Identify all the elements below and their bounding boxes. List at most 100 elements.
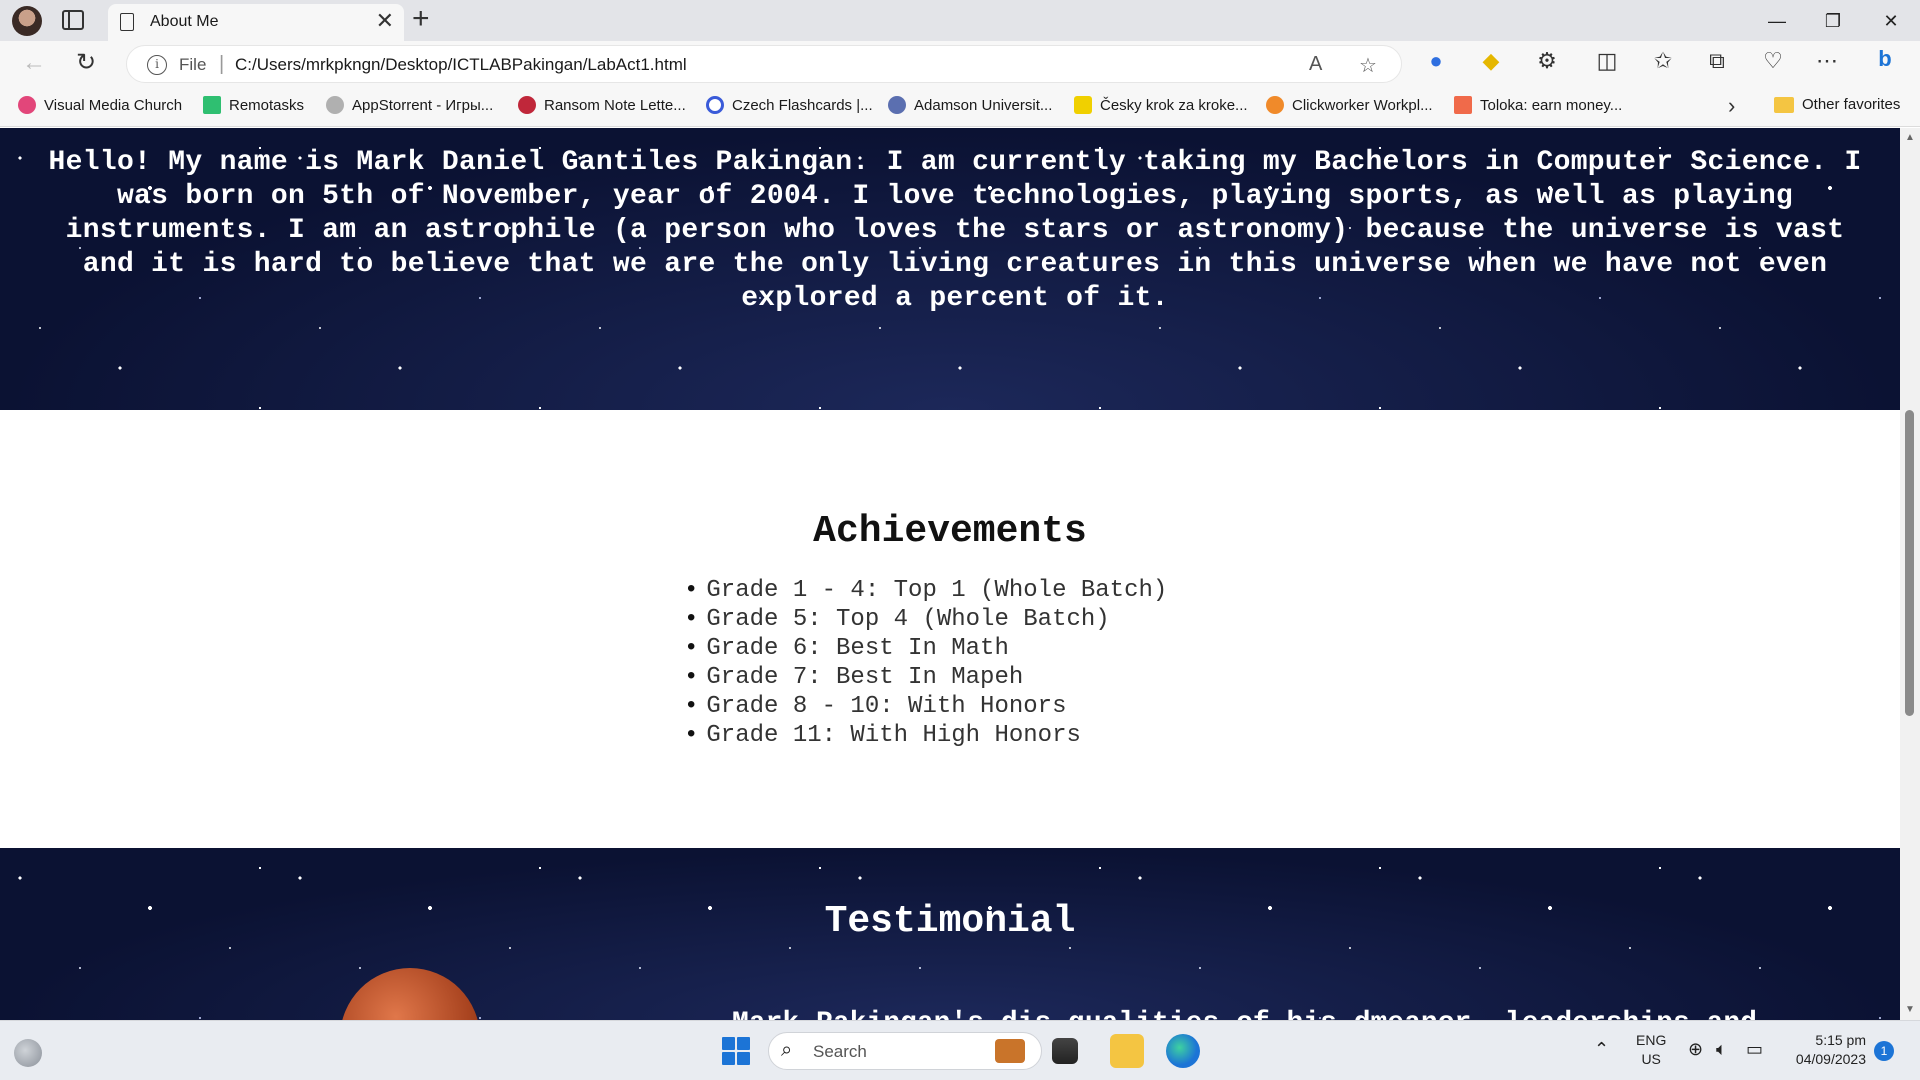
favorite-label: Czech Flashcards |... (732, 96, 873, 114)
new-tab-button[interactable]: + (412, 4, 430, 34)
task-view-icon[interactable] (1052, 1038, 1078, 1064)
tab-close-icon[interactable]: ✕ (376, 10, 394, 32)
favorite-label: Česky krok za kroke... (1100, 96, 1248, 114)
favorite-star-icon[interactable]: ☆ (1359, 53, 1377, 78)
favorite-label: Remotasks (229, 96, 305, 114)
testimonial-text: Mark Pakingan's dis qualities of his dme… (732, 1008, 1757, 1020)
taskbar-search[interactable]: ⌕ Search (768, 1032, 1042, 1070)
info-icon[interactable]: i (147, 55, 167, 75)
document-icon (120, 13, 134, 31)
favorite-icon (888, 96, 906, 114)
favorite-label: Ransom Note Lette... (544, 96, 686, 114)
about-section: Hello! My name is Mark Daniel Gantiles P… (0, 128, 1900, 410)
achievements-section: Achievements Grade 1 - 4: Top 1 (Whole B… (0, 410, 1900, 848)
chevron-up-icon[interactable]: ⌃ (1594, 1039, 1609, 1060)
about-paragraph: Hello! My name is Mark Daniel Gantiles P… (48, 147, 1862, 314)
favorite-item[interactable]: Visual Media Church (18, 96, 182, 114)
testimonial-heading: Testimonial (824, 900, 1076, 943)
url-separator: | (219, 53, 225, 75)
favorite-item[interactable]: Ransom Note Lette... (518, 96, 686, 114)
clock[interactable]: 5:15 pm 04/09/2023 (1786, 1031, 1866, 1069)
favorite-label: Toloka: earn money... (1480, 96, 1623, 114)
read-aloud-icon[interactable]: A (1309, 53, 1322, 76)
favorites-bar: Visual Media Church Remotasks AppStorren… (0, 87, 1920, 127)
extension-honey-icon[interactable]: ◆ (1476, 48, 1506, 74)
favorite-icon (18, 96, 36, 114)
volume-icon[interactable]: 🔈︎ (1716, 1039, 1727, 1060)
edge-browser-icon[interactable] (1166, 1034, 1200, 1068)
favorite-label: AppStorrent - Игры... (352, 96, 494, 114)
favorite-item[interactable]: Toloka: earn money... (1454, 96, 1622, 114)
list-item: Grade 11: With High Honors (706, 721, 1167, 750)
scheme-label: File (179, 55, 207, 74)
favorite-icon (706, 96, 724, 114)
vertical-scrollbar[interactable]: ▲ ▼ (1900, 128, 1920, 1020)
favorite-label: Adamson Universit... (914, 96, 1053, 114)
other-favorites-label: Other favorites (1802, 96, 1901, 113)
favorite-item[interactable]: Clickworker Workpl... (1266, 96, 1433, 114)
other-favorites[interactable]: Other favorites (1774, 96, 1900, 113)
favorite-label: Clickworker Workpl... (1292, 96, 1433, 114)
favorite-icon (203, 96, 221, 114)
clock-time: 5:15 pm (1815, 1032, 1866, 1048)
extensions-puzzle-icon[interactable]: ⚙ (1532, 48, 1562, 74)
favorite-icon (1074, 96, 1092, 114)
close-window-button[interactable]: ✕ (1866, 6, 1916, 36)
tab-actions-icon[interactable] (62, 10, 84, 30)
tab-about-me[interactable]: About Me ✕ (108, 4, 404, 41)
restore-button[interactable]: ❐ (1808, 6, 1858, 36)
list-item: Grade 5: Top 4 (Whole Batch) (706, 605, 1167, 634)
search-label: Search (813, 1042, 867, 1061)
favorite-icon (518, 96, 536, 114)
region-code: US (1641, 1051, 1661, 1067)
profile-avatar[interactable] (12, 6, 42, 36)
file-explorer-icon[interactable] (1110, 1034, 1144, 1068)
collections-icon[interactable]: ⧉ (1702, 48, 1732, 74)
split-screen-icon[interactable]: ◫ (1592, 48, 1622, 74)
battery-icon[interactable]: ▭ (1746, 1039, 1763, 1060)
back-arrow-icon[interactable]: ← (22, 49, 46, 77)
favorite-label: Visual Media Church (44, 96, 183, 114)
folder-icon (1774, 96, 1794, 113)
language-indicator[interactable]: ENG US (1636, 1031, 1666, 1069)
address-bar[interactable]: i File | C:/Users/mrkpkngn/Desktop/ICTLA… (126, 45, 1402, 83)
start-button[interactable] (722, 1037, 750, 1065)
tab-title: About Me (150, 13, 219, 30)
favorite-item[interactable]: AppStorrent - Игры... (326, 96, 493, 114)
favorite-icon (1266, 96, 1284, 114)
achievements-list: Grade 1 - 4: Top 1 (Whole Batch) Grade 5… (706, 576, 1167, 750)
navigation-toolbar: ← ↻ i File | C:/Users/mrkpkngn/Desktop/I… (0, 41, 1920, 87)
extension-icon[interactable]: ● (1421, 48, 1451, 74)
tab-strip: About Me ✕ + — ❐ ✕ (0, 0, 1920, 41)
chevron-right-icon[interactable]: › (1728, 93, 1735, 119)
favorite-item[interactable]: Adamson Universit... (888, 96, 1052, 114)
favorite-icon (1454, 96, 1472, 114)
more-options-icon[interactable]: ⋯ (1812, 48, 1842, 74)
testimonial-section: Testimonial Mark Pakingan's dis qualitie… (0, 848, 1900, 1020)
network-icon[interactable]: ⊕ (1688, 1039, 1703, 1060)
weather-widget-icon[interactable] (14, 1039, 42, 1067)
favorite-item[interactable]: Remotasks (203, 96, 304, 114)
planet-image (340, 968, 480, 1020)
minimize-button[interactable]: — (1752, 6, 1802, 36)
url-text[interactable]: C:/Users/mrkpkngn/Desktop/ICTLABPakingan… (235, 55, 687, 75)
page-viewport: Hello! My name is Mark Daniel Gantiles P… (0, 128, 1900, 1020)
list-item: Grade 8 - 10: With Honors (706, 692, 1167, 721)
language-code: ENG (1636, 1032, 1667, 1048)
list-item: Grade 6: Best In Math (706, 634, 1167, 663)
refresh-icon[interactable]: ↻ (76, 49, 96, 77)
favorite-item[interactable]: Czech Flashcards |... (706, 96, 873, 114)
favorites-icon[interactable]: ✩ (1648, 48, 1678, 74)
notification-badge[interactable]: 1 (1874, 1041, 1894, 1061)
performance-icon[interactable]: ♡ (1758, 48, 1788, 74)
search-icon: ⌕ (781, 1039, 793, 1061)
favorite-item[interactable]: Česky krok za kroke... (1074, 96, 1248, 114)
list-item: Grade 1 - 4: Top 1 (Whole Batch) (706, 576, 1167, 605)
favorite-icon (326, 96, 344, 114)
bing-copilot-icon[interactable]: b (1870, 46, 1900, 72)
achievements-heading: Achievements (813, 510, 1087, 553)
scroll-up-icon[interactable]: ▲ (1905, 132, 1915, 143)
scroll-down-icon[interactable]: ▼ (1905, 1004, 1915, 1015)
list-item: Grade 7: Best In Mapeh (706, 663, 1167, 692)
scrollbar-thumb[interactable] (1905, 410, 1914, 716)
